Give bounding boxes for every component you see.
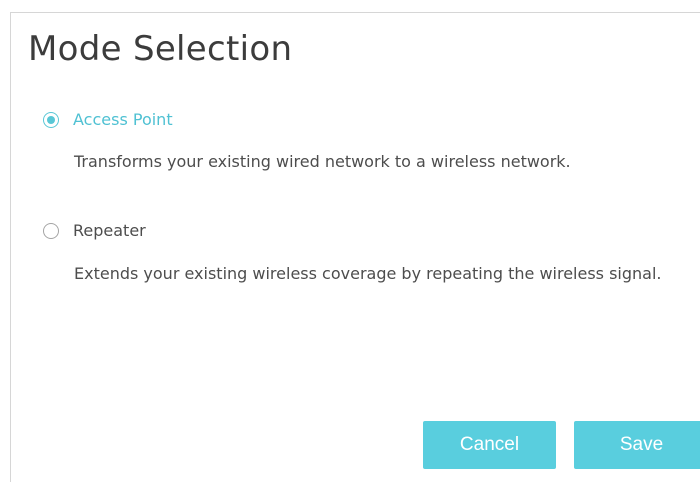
radio-option-repeater[interactable]: Repeater [43,221,146,240]
save-button[interactable]: Save [574,421,700,469]
radio-checked-icon[interactable] [43,111,59,128]
option-description-access-point: Transforms your existing wired network t… [74,152,571,171]
mode-selection-dialog: Mode Selection Access Point Transforms y… [10,12,700,482]
option-description-repeater: Extends your existing wireless coverage … [74,264,662,283]
option-label-repeater[interactable]: Repeater [73,221,146,240]
radio-unchecked-icon[interactable] [43,222,59,239]
option-label-access-point[interactable]: Access Point [73,110,173,129]
radio-dot-icon [47,115,55,124]
page-title: Mode Selection [28,29,293,69]
radio-option-access-point[interactable]: Access Point [43,110,173,129]
cancel-button[interactable]: Cancel [423,421,556,469]
